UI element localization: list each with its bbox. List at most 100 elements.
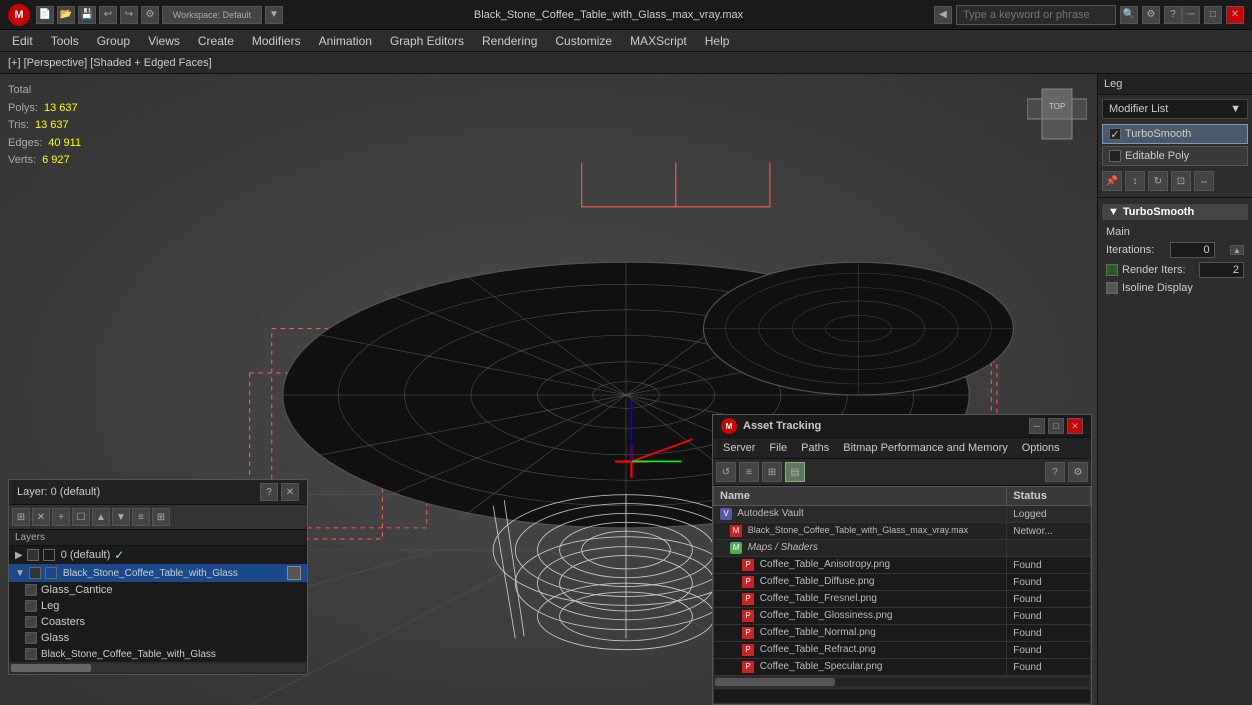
layer-item-main[interactable]: ▼ Black_Stone_Coffee_Table_with_Glass [9, 564, 307, 582]
menu-edit[interactable]: Edit [4, 32, 41, 50]
asset-scrollthumb[interactable] [715, 678, 835, 686]
menu-views[interactable]: Views [140, 32, 188, 50]
search-options-icon[interactable]: ⚙ [1142, 6, 1160, 24]
menubar: Edit Tools Group Views Create Modifiers … [0, 30, 1252, 52]
isoline-checkbox[interactable] [1106, 282, 1118, 294]
layer-freeze-icon[interactable] [43, 549, 55, 561]
layer-icon-1[interactable]: ⊞ [12, 508, 30, 526]
table-row[interactable]: P Coffee_Table_Specular.png Found [714, 659, 1091, 676]
turbosmooth-checkbox[interactable]: ✓ [1109, 128, 1121, 140]
rp-icon-move[interactable]: ↕ [1125, 171, 1145, 191]
save-file-icon[interactable]: 💾 [78, 6, 96, 24]
table-row[interactable]: P Coffee_Table_Fresnel.png Found [714, 591, 1091, 608]
new-file-icon[interactable]: 📄 [36, 6, 54, 24]
layer-add-icon[interactable]: + [52, 508, 70, 526]
asset-menu-server[interactable]: Server [717, 440, 761, 456]
layer-item-glass-cantice[interactable]: ⬛ Glass_Cantice [9, 582, 307, 598]
menu-customize[interactable]: Customize [547, 32, 620, 50]
minimize-button[interactable]: ─ [1182, 6, 1200, 24]
modifier-editable-poly[interactable]: Editable Poly [1102, 146, 1248, 166]
layer-item-glass[interactable]: ⬛ Glass [9, 630, 307, 646]
asset-maximize-button[interactable]: □ [1048, 418, 1064, 434]
object-name-field[interactable]: Leg [1098, 74, 1252, 95]
render-iters-checkbox[interactable] [1106, 264, 1118, 276]
layer-item-bsctwg[interactable]: ⬛ Black_Stone_Coffee_Table_with_Glass [9, 646, 307, 662]
iterations-input[interactable] [1170, 242, 1215, 258]
table-row[interactable]: P Coffee_Table_Normal.png Found [714, 625, 1091, 642]
isoline-label: Isoline Display [1122, 282, 1193, 294]
modifier-turbosmooth[interactable]: ✓ TurboSmooth [1102, 124, 1248, 144]
modifier-list-dropdown[interactable]: Modifier List ▼ [1102, 99, 1248, 119]
layer-item-coasters[interactable]: ⬛ Coasters [9, 614, 307, 630]
editable-poly-checkbox[interactable] [1109, 150, 1121, 162]
workspace-dropdown[interactable]: Workspace: Default [162, 6, 262, 24]
asset-close-button[interactable]: ✕ [1067, 418, 1083, 434]
asset-tb-list-icon[interactable]: ≡ [739, 462, 759, 482]
nav-cube[interactable]: TOP [1027, 84, 1087, 144]
table-row[interactable]: P Coffee_Table_Diffuse.png Found [714, 574, 1091, 591]
menu-modifiers[interactable]: Modifiers [244, 32, 309, 50]
table-row[interactable]: P Coffee_Table_Anisotropy.png Found [714, 557, 1091, 574]
table-row[interactable]: M Black_Stone_Coffee_Table_with_Glass_ma… [714, 523, 1091, 540]
layer-help-icon[interactable]: ? [260, 483, 278, 501]
table-row[interactable]: P Coffee_Table_Glossiness.png Found [714, 608, 1091, 625]
menu-rendering[interactable]: Rendering [474, 32, 545, 50]
menu-animation[interactable]: Animation [311, 32, 380, 50]
menu-help[interactable]: Help [697, 32, 738, 50]
table-row[interactable]: P Coffee_Table_Refract.png Found [714, 642, 1091, 659]
layer-item-leg[interactable]: ⬛ Leg [9, 598, 307, 614]
layer-freeze-icon-2[interactable] [45, 567, 57, 579]
iterations-up-icon[interactable]: ▲ [1230, 245, 1244, 255]
asset-tb-help-icon[interactable]: ? [1045, 462, 1065, 482]
asset-menu-paths[interactable]: Paths [795, 440, 835, 456]
menu-graph-editors[interactable]: Graph Editors [382, 32, 472, 50]
asset-tb-grid-icon[interactable]: ⊞ [762, 462, 782, 482]
menu-tools[interactable]: Tools [43, 32, 87, 50]
menu-create[interactable]: Create [190, 32, 242, 50]
asset-tb-table-icon[interactable]: ▤ [785, 462, 805, 482]
asset-tb-refresh-icon[interactable]: ↺ [716, 462, 736, 482]
asset-minimize-button[interactable]: ─ [1029, 418, 1045, 434]
asset-menu-options[interactable]: Options [1016, 440, 1066, 456]
layer-vis-icon-2[interactable] [29, 567, 41, 579]
undo-icon[interactable]: ↩ [99, 6, 117, 24]
asset-menu-bitmap[interactable]: Bitmap Performance and Memory [837, 440, 1013, 456]
table-row[interactable]: M Maps / Shaders [714, 540, 1091, 557]
layer-square-icon[interactable] [287, 566, 301, 580]
toolbar-settings-icon[interactable]: ⚙ [141, 6, 159, 24]
layer-move-down-icon[interactable]: ▼ [112, 508, 130, 526]
asset-menu-file[interactable]: File [763, 440, 793, 456]
rp-icon-scale[interactable]: ⊡ [1171, 171, 1191, 191]
workspace-expand-icon[interactable]: ▼ [265, 6, 283, 24]
search-icon[interactable]: 🔍 [1120, 6, 1138, 24]
layer-scrollthumb[interactable] [11, 664, 91, 672]
help-icon[interactable]: ? [1164, 6, 1182, 24]
layer-grid-icon[interactable]: ⊞ [152, 508, 170, 526]
asset-tb-settings-icon[interactable]: ⚙ [1068, 462, 1088, 482]
divider [1098, 197, 1252, 198]
table-row[interactable]: V Autodesk Vault Logged [714, 506, 1091, 523]
layer-item-default[interactable]: ▶ 0 (default) ✓ [9, 546, 307, 564]
layer-vis-icon[interactable] [27, 549, 39, 561]
render-iters-input[interactable] [1199, 262, 1244, 278]
layer-delete-icon[interactable]: ✕ [32, 508, 50, 526]
menu-maxscript[interactable]: MAXScript [622, 32, 695, 50]
layer-option-icon[interactable]: ≡ [132, 508, 150, 526]
asset-bottom-input[interactable] [713, 688, 1091, 704]
menu-group[interactable]: Group [89, 32, 138, 50]
layer-move-up-icon[interactable]: ▲ [92, 508, 110, 526]
layer-select-icon[interactable]: ☐ [72, 508, 90, 526]
layer-scrollbar[interactable] [11, 664, 305, 672]
rp-icon-mirror[interactable]: ⇔ [1194, 171, 1214, 191]
close-button[interactable]: ✕ [1226, 6, 1244, 24]
rp-icon-pin[interactable]: 📌 [1102, 171, 1122, 191]
open-file-icon[interactable]: 📂 [57, 6, 75, 24]
maximize-button[interactable]: □ [1204, 6, 1222, 24]
rp-icon-rotate[interactable]: ↻ [1148, 171, 1168, 191]
redo-icon[interactable]: ↪ [120, 6, 138, 24]
nav-back-icon[interactable]: ◀ [934, 6, 952, 24]
section-collapse-arrow[interactable]: ▼ [1108, 206, 1119, 218]
layer-close-icon[interactable]: ✕ [281, 483, 299, 501]
search-input[interactable] [956, 5, 1116, 25]
asset-scrollbar[interactable] [715, 678, 1089, 686]
